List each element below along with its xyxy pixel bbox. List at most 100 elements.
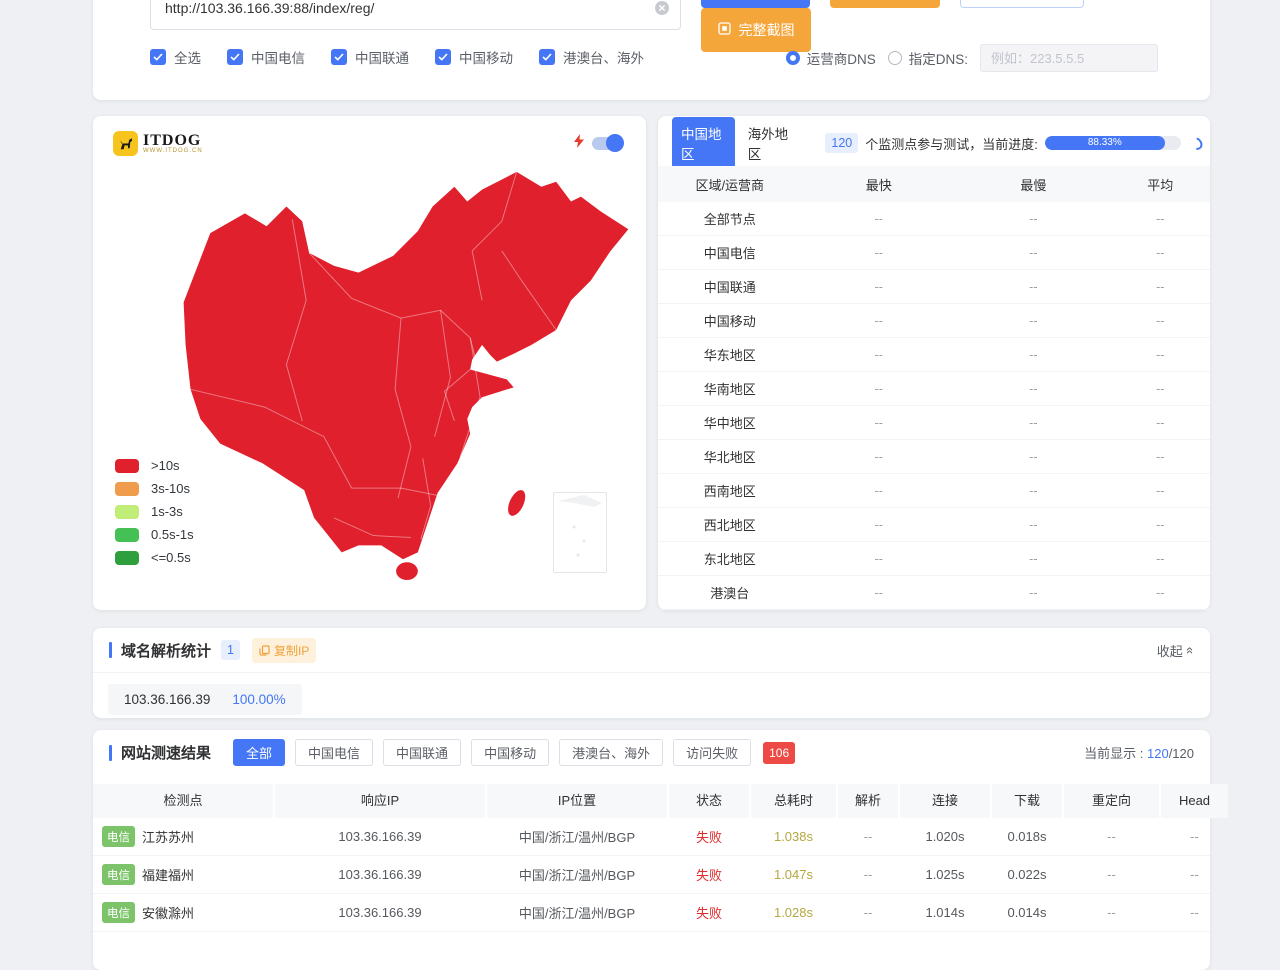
tab-overseas-region[interactable]: 海外地区: [748, 123, 793, 163]
average-value: --: [1111, 518, 1210, 532]
region-table-row: 中国移动 -- -- --: [658, 304, 1210, 338]
action-button-label: 完整截图: [738, 20, 794, 40]
legend-item: 3s-10s: [115, 481, 194, 496]
result-table-row: 电信 安徽滁州 103.36.166.39 中国/浙江/温州/BGP 失败 1.…: [93, 894, 1210, 932]
region-table-row: 中国联通 -- -- --: [658, 270, 1210, 304]
isp-badge: 电信: [102, 902, 135, 923]
result-column-header: 解析: [838, 784, 898, 818]
region-table: 区域/运营商最快最慢平均 全部节点 -- -- -- 中国电信 -- -- --…: [658, 166, 1210, 610]
dns-entries: 103.36.166.39 100.00%: [93, 673, 1210, 715]
average-value: --: [1111, 246, 1210, 260]
region-name: 中国移动: [658, 311, 802, 330]
isp-checkbox[interactable]: 中国移动: [435, 47, 513, 67]
legend-swatch: [115, 551, 139, 565]
filter-中国电信[interactable]: 中国电信: [295, 739, 373, 766]
region-table-row: 华南地区 -- -- --: [658, 372, 1210, 406]
fastest-value: --: [802, 382, 957, 396]
average-value: --: [1111, 314, 1210, 328]
copy-ip-button[interactable]: 复制IP: [252, 638, 316, 663]
result-column-header: 总耗时: [751, 784, 836, 818]
redirect-value: --: [1064, 829, 1159, 844]
region-table-row: 西南地区 -- -- --: [658, 474, 1210, 508]
region-name: 港澳台: [658, 583, 802, 602]
ip-location: 中国/浙江/温州/BGP: [487, 903, 667, 922]
filter-label: 全部: [246, 743, 272, 762]
filter-港澳台、海外[interactable]: 港澳台、海外: [559, 739, 663, 766]
display-label: 当前显示 :: [1084, 746, 1147, 761]
legend-swatch: [115, 528, 139, 542]
region-name: 全部节点: [658, 209, 802, 228]
slowest-value: --: [956, 484, 1111, 498]
clear-url-icon[interactable]: [654, 0, 670, 16]
filter-中国移动[interactable]: 中国移动: [471, 739, 549, 766]
isp-checkbox[interactable]: 中国联通: [331, 47, 409, 67]
redirect-value: --: [1064, 867, 1159, 882]
slowest-value: --: [956, 416, 1111, 430]
result-column-header: 连接: [900, 784, 990, 818]
result-table-row: 电信 福建福州 103.36.166.39 中国/浙江/温州/BGP 失败 1.…: [93, 856, 1210, 894]
fail-count-badge: 106: [763, 742, 795, 764]
node-name: 福建福州: [142, 865, 194, 884]
filter-中国联通[interactable]: 中国联通: [383, 739, 461, 766]
legend-swatch: [115, 459, 139, 473]
connect-time-value: 1.025s: [900, 867, 990, 882]
ip-location: 中国/浙江/温州/BGP: [487, 865, 667, 884]
map-mode-toggle[interactable]: [592, 137, 622, 150]
region-name: 华北地区: [658, 447, 802, 466]
filter-访问失败[interactable]: 访问失败: [673, 739, 751, 766]
region-table-header: 区域/运营商最快最慢平均: [658, 166, 1210, 202]
radio-custom-dns[interactable]: 指定DNS:: [888, 48, 968, 68]
connect-time-value: 1.014s: [900, 905, 990, 920]
average-value: --: [1111, 586, 1210, 600]
taiwan-island: [505, 487, 529, 518]
filter-全部[interactable]: 全部: [233, 739, 285, 766]
collapse-label: 收起: [1157, 641, 1183, 660]
isp-checkbox[interactable]: 港澳台、海外: [539, 47, 644, 67]
region-name: 东北地区: [658, 549, 802, 568]
region-column-header: 最快: [802, 175, 957, 194]
results-table: 检测点响应IPIP位置状态总耗时解析连接下载重定向Head 电信 江苏苏州 10…: [93, 784, 1210, 932]
download-time-value: 0.018s: [992, 829, 1062, 844]
dns-stats-title: 域名解析统计: [121, 640, 211, 661]
action-button-chevrons-down[interactable]: 高级选项: [960, 0, 1084, 8]
checkbox-checked-icon: [331, 49, 347, 65]
screenshot-icon: [718, 22, 731, 38]
total-time-value: 1.047s: [751, 867, 836, 882]
results-table-header: 检测点响应IPIP位置状态总耗时解析连接下载重定向Head: [93, 784, 1210, 818]
fastest-value: --: [802, 586, 957, 600]
tab-china-region[interactable]: 中国地区: [672, 117, 735, 169]
results-header: 网站测速结果 全部 中国电信 中国联通 中国移动 港澳台、海外 访问失败 106…: [93, 730, 1210, 775]
legend-label: >10s: [151, 458, 180, 473]
region-table-row: 中国电信 -- -- --: [658, 236, 1210, 270]
resolved-ip-entry[interactable]: 103.36.166.39 100.00%: [108, 684, 302, 715]
region-name: 西北地区: [658, 515, 802, 534]
action-button-play[interactable]: 快速测试: [701, 0, 810, 8]
total-time-value: 1.038s: [751, 829, 836, 844]
isp-checkbox[interactable]: 中国电信: [227, 47, 305, 67]
result-column-header: 状态: [669, 784, 749, 818]
toggle-knob: [606, 134, 624, 152]
map-legend: >10s 3s-10s 1s-3s 0.5s-1s <=0.5s: [115, 458, 194, 565]
slowest-value: --: [956, 212, 1111, 226]
collapse-button[interactable]: 收起 «: [1157, 641, 1194, 660]
checkbox-label: 中国移动: [459, 47, 513, 67]
custom-dns-input[interactable]: [980, 44, 1158, 72]
download-time-value: 0.022s: [992, 867, 1062, 882]
fastest-value: --: [802, 552, 957, 566]
fastest-value: --: [802, 484, 957, 498]
response-ip: 103.36.166.39: [275, 905, 485, 920]
radio-carrier-dns[interactable]: 运营商DNS: [786, 48, 876, 68]
url-input[interactable]: [150, 0, 681, 30]
action-button-clock[interactable]: 缓慢测试: [830, 0, 940, 8]
legend-label: 0.5s-1s: [151, 527, 194, 542]
total-time-value: 1.028s: [751, 905, 836, 920]
slowest-value: --: [956, 280, 1111, 294]
region-name: 华中地区: [658, 413, 802, 432]
slowest-value: --: [956, 518, 1111, 532]
radio-custom-dns-label: 指定DNS:: [909, 48, 968, 68]
isp-checkbox[interactable]: 全选: [150, 47, 201, 67]
checkbox-checked-icon: [227, 49, 243, 65]
region-table-row: 华东地区 -- -- --: [658, 338, 1210, 372]
itdog-logo[interactable]: ITDOG WWW.ITDOG.CN: [113, 131, 203, 156]
url-input-wrap: [150, 0, 681, 30]
